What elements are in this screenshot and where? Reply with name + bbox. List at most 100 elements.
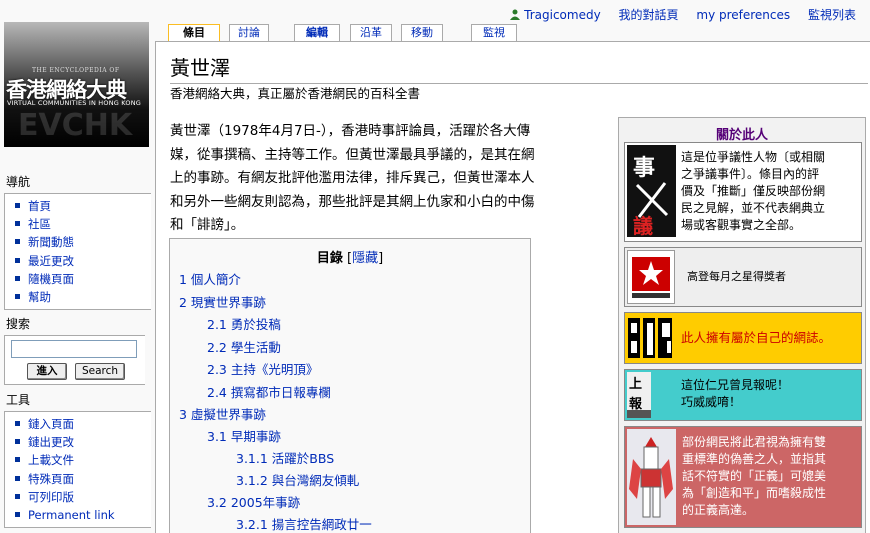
intro-line: 和另外一些網友則認為，那些批評是其網上仇家和小白的中傷	[170, 193, 535, 210]
toc-entry[interactable]: 1 個人簡介	[179, 269, 241, 288]
toolbox-portlet: 工具 鏈入頁面 鏈出更改 上載文件 特殊頁面 可列印版 Permanent li…	[0, 391, 151, 529]
hypocrite-line: 部份網民將此君視為擁有雙	[682, 435, 827, 449]
content-area: 黃世澤 香港網絡大典，真正屬於香港網民的百科全書 黃世澤（1978年4月7日-）…	[155, 41, 870, 533]
newspaper-line: 這位仁兄曾見報呢！	[681, 378, 790, 392]
toolbox-related-changes[interactable]: 鏈出更改	[11, 433, 151, 451]
controversial-line: 之爭議事件〕。條目內的評	[681, 167, 820, 181]
toolbox-what-links-here[interactable]: 鏈入頁面	[11, 415, 151, 433]
blog-image	[627, 315, 675, 361]
intro-line: 媒，從事撰稿、主持等工作。但黃世澤最具爭議的，是其在網	[170, 146, 535, 163]
toc-entry[interactable]: 3.2.1 揚言控告網政廿一	[236, 514, 372, 533]
my-talk-link[interactable]: 我的對話頁	[619, 8, 679, 22]
user-page-link[interactable]: Tragicomedy	[510, 8, 601, 22]
navigation-portlet: 導航 首頁 社區 新聞動態 最近更改 隨機頁面 幫助	[0, 173, 151, 311]
site-subtitle: 香港網絡大典，真正屬於香港網民的百科全書	[170, 86, 421, 101]
navigation-heading: 導航	[6, 175, 31, 189]
search-button[interactable]: Search	[75, 363, 125, 380]
tab-edit[interactable]: 編輯	[294, 24, 340, 41]
toolbox-special-pages[interactable]: 特殊頁面	[11, 470, 151, 488]
page-title: 黃世澤	[170, 52, 868, 84]
logo-english-top: THE ENCYCLOPEDIA OF	[32, 67, 120, 74]
sidebar-item-main-page[interactable]: 首頁	[11, 197, 151, 215]
controversial-line: 價及「推斷」僅反映部份網	[681, 184, 826, 198]
my-preferences-link[interactable]: my preferences	[696, 8, 790, 22]
tab-article[interactable]: 條目	[168, 24, 220, 42]
svg-text:報: 報	[629, 396, 643, 412]
hypocrite-box: 部份網民將此君視為擁有雙 重標準的偽善之人，並指其 話不符實的「正義」可媲美 為…	[624, 426, 862, 528]
newspaper-image: 上 報	[627, 372, 651, 418]
tab-history[interactable]: 沿革	[350, 24, 392, 41]
gundam-robot-icon	[627, 429, 676, 525]
newspaper-box: 上 報 這位仁兄曾見報呢！ 巧威威唷！	[624, 369, 862, 421]
sidebar-item-random-page[interactable]: 隨機頁面	[11, 270, 151, 288]
toc-entry[interactable]: 2.1 勇於投稿	[207, 314, 281, 333]
hypocrite-line: 的正義高達。	[682, 503, 755, 517]
search-body: 進入 Search	[4, 335, 145, 385]
controversial-box: 事 議 這是位爭議性人物〔或相關 之爭議事件〕。條目內的評 價及「推斷」僅反映部…	[624, 142, 862, 242]
newspaper-text: 這位仁兄曾見報呢！ 巧威威唷！	[681, 377, 789, 411]
search-portlet: 搜索 進入 Search	[0, 315, 150, 385]
controversy-image: 事 議	[627, 145, 676, 238]
controversy-icon: 事 議	[633, 155, 669, 238]
controversial-line: 民之見解，並不代表網典立	[681, 201, 826, 215]
hypocrite-text: 部份網民將此君視為擁有雙 重標準的偽善之人，並指其 話不符實的「正義」可媲美 為…	[682, 434, 860, 519]
toc-hide-link[interactable]: 隱藏	[352, 251, 378, 266]
site-logo[interactable]: THE ENCYCLOPEDIA OF 香港網絡大典 VIRTUAL COMMU…	[4, 22, 149, 147]
infobox-title: 關於此人	[715, 128, 768, 143]
controversial-line: 場或客觀事實之全部。	[681, 218, 802, 232]
tab-watch[interactable]: 監視	[471, 24, 517, 41]
hypocrite-line: 為「創造和平」而嗜殺成性	[682, 486, 827, 500]
toc-entry[interactable]: 2 現實世界事跡	[179, 292, 266, 311]
red-star-icon	[632, 257, 670, 298]
toolbox-heading: 工具	[6, 393, 31, 407]
tab-discussion[interactable]: 討論	[229, 24, 269, 41]
sidebar-item-news[interactable]: 新聞動態	[11, 233, 151, 251]
hypocrite-line: 重標準的偽善之人，並指其	[682, 452, 827, 466]
search-heading: 搜索	[6, 317, 31, 331]
sidebar-item-community[interactable]: 社區	[11, 215, 151, 233]
tab-move[interactable]: 移動	[401, 24, 443, 41]
logo-english-bottom: VIRTUAL COMMUNITIES IN HONG KONG	[7, 99, 142, 107]
gundam-image	[627, 429, 676, 525]
search-input[interactable]	[11, 340, 137, 358]
toc-entry[interactable]: 3 虛擬世界事跡	[179, 404, 266, 423]
toc-entry[interactable]: 3.1.2 與台灣網友傾軋	[236, 470, 359, 489]
go-button[interactable]: 進入	[27, 363, 67, 380]
star-award-text[interactable]: 高登每月之星得獎者	[687, 268, 786, 285]
controversial-text: 這是位爭議性人物〔或相關 之爭議事件〕。條目內的評 價及「推斷」僅反映部份網 民…	[681, 149, 859, 234]
star-image	[627, 250, 675, 304]
svg-text:事: 事	[633, 155, 655, 181]
toc-entry[interactable]: 2.4 撰寫都市日報專欄	[207, 382, 331, 401]
toc-entry[interactable]: 3.1 早期事跡	[207, 426, 281, 445]
svg-text:議: 議	[633, 214, 653, 237]
toc-entry[interactable]: 2.3 主持《光明頂》	[207, 359, 318, 378]
svg-text:上: 上	[629, 377, 642, 392]
watchlist-link[interactable]: 監視列表	[808, 8, 856, 22]
toc-entry[interactable]: 2.2 學生活動	[207, 337, 281, 356]
toolbox-printable-version[interactable]: 可列印版	[11, 488, 151, 506]
intro-line: 上的事跡。有網友批評他濫用法律，排斥異己，但黃世澤本人	[170, 170, 535, 186]
toolbox-upload-file[interactable]: 上載文件	[11, 451, 151, 469]
blog-icon	[628, 318, 672, 358]
blog-text: 此人擁有屬於自己的網誌。	[681, 330, 832, 345]
navigation-body: 首頁 社區 新聞動態 最近更改 隨機頁面 幫助	[4, 193, 151, 311]
user-icon	[510, 9, 521, 20]
toc-entry[interactable]: 3.2 2005年事跡	[207, 492, 300, 511]
newspaper-line: 巧威威唷！	[681, 395, 742, 409]
toc-entry[interactable]: 3.1.1 活躍於BBS	[236, 448, 334, 467]
controversial-line: 這是位爭議性人物〔或相關	[681, 150, 826, 164]
hypocrite-line: 話不符實的「正義」可媲美	[682, 469, 827, 483]
toc-title: 目錄	[316, 251, 343, 266]
toc-header: 目錄 [隱藏]	[316, 251, 384, 266]
sidebar-item-help[interactable]: 幫助	[11, 288, 151, 306]
about-person-infobox: 關於此人 事 議 這是位爭議性人物〔或相關 之爭議事件〕。條目內的評 價及「推斷…	[618, 117, 866, 533]
blog-box: 此人擁有屬於自己的網誌。	[624, 312, 862, 364]
personal-tools: Tragicomedy 我的對話頁 my preferences 監視列表	[496, 6, 856, 23]
toolbox-body: 鏈入頁面 鏈出更改 上載文件 特殊頁面 可列印版 Permanent link	[4, 411, 151, 529]
toolbox-permanent-link[interactable]: Permanent link	[11, 506, 151, 524]
newspaper-icon: 上 報	[627, 377, 651, 418]
table-of-contents: 目錄 [隱藏] 1 個人簡介 2 現實世界事跡 2.1 勇於投稿 2.2 學生活…	[169, 238, 531, 533]
sidebar-item-recent-changes[interactable]: 最近更改	[11, 252, 151, 270]
star-award-box: 高登每月之星得獎者	[624, 247, 862, 307]
username-label: Tragicomedy	[524, 8, 601, 22]
